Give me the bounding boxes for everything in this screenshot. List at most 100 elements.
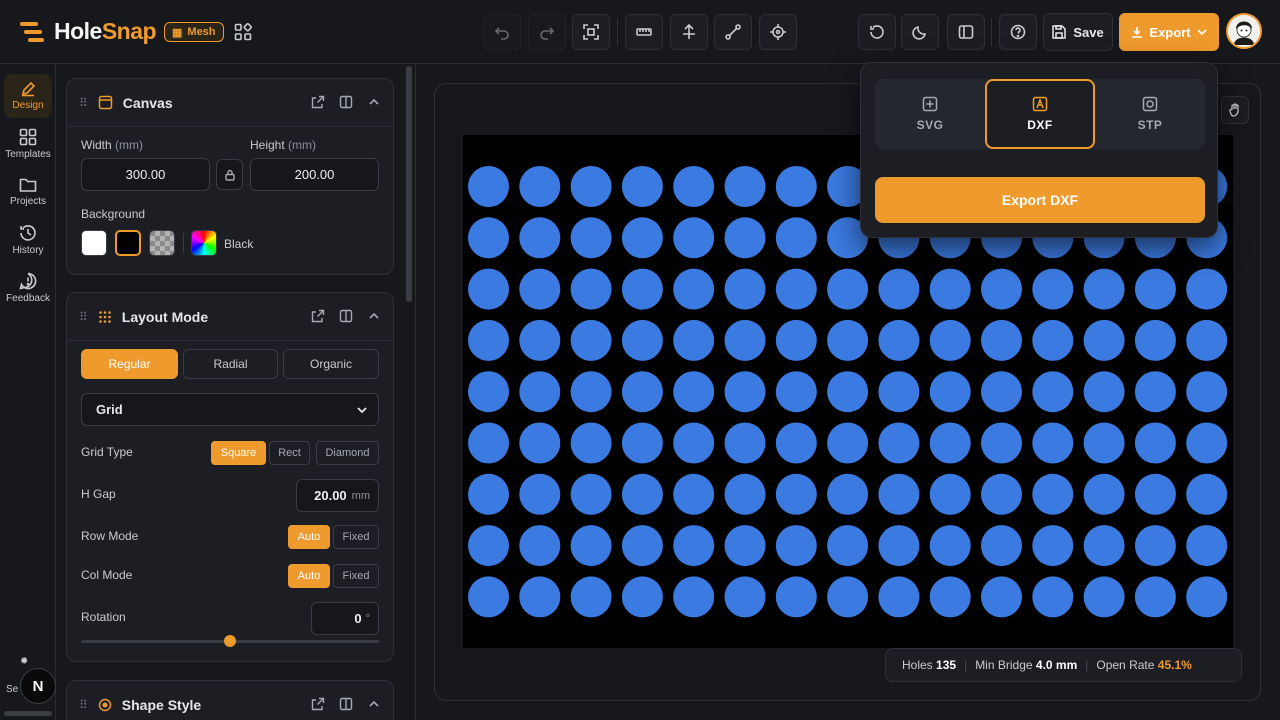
format-svg[interactable]: SVG	[875, 79, 985, 149]
hole	[468, 268, 509, 310]
export-dxf-button[interactable]: Export DXF	[875, 177, 1205, 223]
hole	[724, 268, 766, 310]
hole	[468, 217, 509, 259]
rail-item-design[interactable]: Design	[4, 74, 52, 118]
popout-icon[interactable]	[311, 95, 325, 109]
undo-button[interactable]	[483, 14, 521, 50]
hole	[621, 166, 663, 207]
help-button[interactable]	[999, 14, 1037, 50]
popout-icon[interactable]	[311, 309, 325, 323]
aspect-lock-button[interactable]	[216, 159, 243, 190]
app-logo[interactable]: HoleSnap	[18, 18, 157, 45]
hole	[1032, 525, 1074, 567]
save-button[interactable]: Save	[1043, 13, 1113, 51]
pattern-select[interactable]: Grid	[81, 393, 379, 426]
path-button[interactable]	[714, 14, 752, 50]
rail-item-history[interactable]: History	[4, 218, 52, 262]
hole	[1134, 422, 1176, 464]
hole	[878, 576, 920, 618]
popout-icon[interactable]	[311, 697, 325, 711]
user-badge[interactable]: N	[20, 668, 56, 704]
reset-button[interactable]	[858, 14, 896, 50]
mode-radial-tab[interactable]: Radial	[183, 349, 278, 379]
rail-item-templates[interactable]: Templates	[4, 122, 52, 166]
bridge-stat: Min Bridge 4.0 mm	[975, 658, 1078, 672]
hole	[878, 319, 920, 361]
ruler-button[interactable]	[625, 14, 663, 50]
grid-type-square[interactable]: Square	[211, 441, 266, 465]
fit-view-button[interactable]	[572, 14, 610, 50]
rotation-slider-thumb[interactable]	[224, 635, 236, 647]
shape-target-icon	[98, 698, 112, 712]
row-mode-auto[interactable]: Auto	[288, 525, 330, 549]
dock-icon[interactable]	[339, 697, 353, 711]
move-button[interactable]	[670, 14, 708, 50]
shape-card-header[interactable]: ⠿ Shape Style	[67, 681, 393, 720]
swatch-transparent[interactable]	[149, 230, 175, 256]
mode-regular-tab[interactable]: Regular	[81, 349, 178, 379]
settings-label: Se	[6, 684, 19, 695]
hole	[468, 525, 509, 567]
swatch-white[interactable]	[81, 230, 107, 256]
drag-handle-icon[interactable]: ⠿	[79, 96, 88, 110]
folder-icon	[19, 178, 37, 192]
panel-scrollbar[interactable]	[406, 66, 412, 302]
dxf-icon	[1032, 96, 1048, 112]
user-avatar[interactable]	[1226, 13, 1262, 49]
hgap-input[interactable]: 20.00 mm	[296, 479, 379, 512]
properties-panel: ⠿ Canvas Width (mm) Height (mm) 300.00 2…	[56, 64, 416, 720]
hole	[1083, 371, 1125, 413]
hole	[1083, 576, 1125, 618]
dock-icon[interactable]	[339, 95, 353, 109]
rail-item-feedback[interactable]: Feedback	[4, 266, 52, 310]
canvas-card: ⠿ Canvas Width (mm) Height (mm) 300.00 2…	[66, 78, 394, 275]
drag-handle-icon[interactable]: ⠿	[79, 310, 88, 324]
swatch-black[interactable]	[115, 230, 141, 256]
hole	[1186, 473, 1228, 515]
mode-organic-tab[interactable]: Organic	[283, 349, 379, 379]
col-mode-fixed[interactable]: Fixed	[333, 564, 379, 588]
grid-type-rect[interactable]: Rect	[269, 441, 310, 465]
download-icon	[1132, 27, 1143, 38]
app-name: HoleSnap	[54, 18, 157, 44]
height-input[interactable]: 200.00	[250, 158, 379, 191]
redo-button[interactable]	[528, 14, 566, 50]
hole	[878, 371, 920, 413]
apps-icon[interactable]	[234, 23, 252, 41]
chevron-up-icon[interactable]	[367, 697, 381, 711]
chevron-up-icon[interactable]	[367, 309, 381, 323]
pan-tool-button[interactable]	[1221, 96, 1249, 124]
hole	[1032, 576, 1074, 618]
panel-toggle-button[interactable]	[947, 14, 985, 50]
width-input[interactable]: 300.00	[81, 158, 210, 191]
rail-item-projects[interactable]: Projects	[4, 170, 52, 214]
rotation-input[interactable]: 0 °	[311, 602, 379, 635]
col-mode-auto[interactable]: Auto	[288, 564, 330, 588]
canvas-card-header[interactable]: ⠿ Canvas	[67, 79, 393, 127]
format-dxf[interactable]: DXF	[985, 79, 1095, 149]
hole	[570, 473, 612, 515]
mode-badge[interactable]: ▦ Mesh	[164, 22, 224, 42]
hole	[929, 473, 971, 515]
hole	[1186, 422, 1228, 464]
hole	[621, 473, 663, 515]
settings-icon[interactable]: ✹	[20, 656, 28, 667]
help-icon	[1010, 24, 1026, 40]
row-mode-fixed[interactable]: Fixed	[333, 525, 379, 549]
grid-type-diamond[interactable]: Diamond	[316, 441, 379, 465]
layout-card-header[interactable]: ⠿ Layout Mode	[67, 293, 393, 341]
hole	[724, 422, 766, 464]
rail-scrollbar[interactable]	[4, 711, 52, 716]
hole	[621, 217, 663, 259]
hole	[570, 525, 612, 567]
custom-color-picker[interactable]	[191, 230, 217, 256]
target-button[interactable]	[759, 14, 797, 50]
theme-toggle-button[interactable]	[901, 14, 939, 50]
chevron-up-icon[interactable]	[367, 95, 381, 109]
export-button[interactable]: Export	[1119, 13, 1219, 51]
hole	[775, 319, 817, 361]
dock-icon[interactable]	[339, 309, 353, 323]
format-stp[interactable]: STP	[1095, 79, 1205, 149]
undo-icon	[494, 27, 509, 40]
drag-handle-icon[interactable]: ⠿	[79, 698, 88, 712]
